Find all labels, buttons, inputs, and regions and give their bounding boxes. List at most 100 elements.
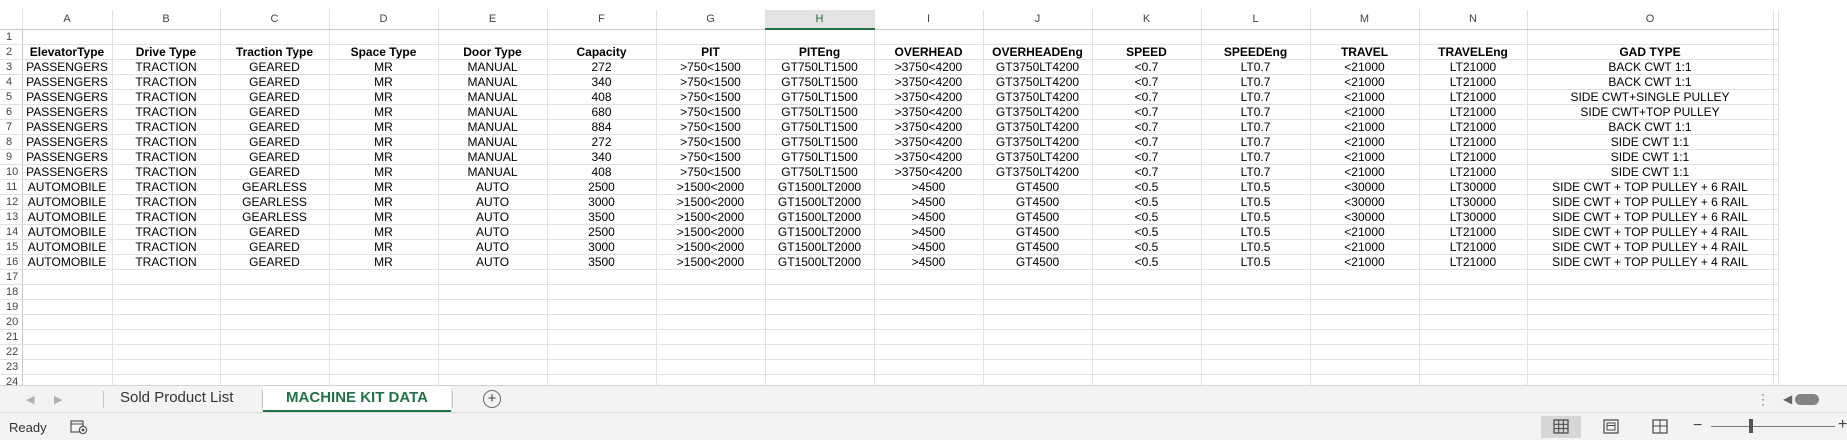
cell-blank[interactable] [1773, 254, 1779, 270]
cell-k16[interactable]: <0.5 [1092, 254, 1202, 270]
cell-b2[interactable]: Drive Type [112, 44, 221, 60]
cell-m5[interactable]: <21000 [1310, 89, 1420, 105]
cell-n7[interactable]: LT21000 [1419, 119, 1528, 135]
cell-l4[interactable]: LT0.7 [1201, 74, 1311, 90]
cell-g14[interactable]: >1500<2000 [656, 224, 766, 240]
cell-blank[interactable] [1773, 329, 1779, 345]
cell-l22[interactable] [1201, 344, 1311, 360]
cell-e4[interactable]: MANUAL [438, 74, 548, 90]
cell-blank[interactable] [1773, 314, 1779, 330]
cell-f19[interactable] [547, 299, 657, 315]
row-header[interactable]: 18 [0, 284, 23, 300]
cell-d1[interactable] [329, 29, 439, 45]
cell-i11[interactable]: >4500 [874, 179, 984, 195]
cell-j5[interactable]: GT3750LT4200 [983, 89, 1093, 105]
cell-a11[interactable]: AUTOMOBILE [22, 179, 113, 195]
column-header-f[interactable]: F [547, 10, 657, 30]
cell-d22[interactable] [329, 344, 439, 360]
cell-d12[interactable]: MR [329, 194, 439, 210]
cell-c15[interactable]: GEARED [220, 239, 330, 255]
cell-o2[interactable]: GAD TYPE [1527, 44, 1774, 60]
cell-f5[interactable]: 408 [547, 89, 657, 105]
cell-blank[interactable] [1773, 134, 1779, 150]
column-header-k[interactable]: K [1092, 10, 1202, 30]
zoom-slider-thumb[interactable] [1749, 419, 1753, 433]
cell-a22[interactable] [22, 344, 113, 360]
cell-l19[interactable] [1201, 299, 1311, 315]
cell-m16[interactable]: <21000 [1310, 254, 1420, 270]
cell-e2[interactable]: Door Type [438, 44, 548, 60]
cell-b4[interactable]: TRACTION [112, 74, 221, 90]
cell-blank[interactable] [1773, 239, 1779, 255]
cell-i7[interactable]: >3750<4200 [874, 119, 984, 135]
cell-blank[interactable] [1773, 344, 1779, 360]
cell-f17[interactable] [547, 269, 657, 285]
cell-f13[interactable]: 3500 [547, 209, 657, 225]
cell-blank[interactable] [1773, 224, 1779, 240]
cell-d24[interactable] [329, 374, 439, 385]
cell-i12[interactable]: >4500 [874, 194, 984, 210]
cell-g10[interactable]: >750<1500 [656, 164, 766, 180]
cell-j12[interactable]: GT4500 [983, 194, 1093, 210]
column-header-h[interactable]: H [765, 10, 875, 30]
cell-g8[interactable]: >750<1500 [656, 134, 766, 150]
cell-a23[interactable] [22, 359, 113, 375]
column-header-m[interactable]: M [1310, 10, 1420, 30]
cell-f4[interactable]: 340 [547, 74, 657, 90]
cell-l18[interactable] [1201, 284, 1311, 300]
cell-d8[interactable]: MR [329, 134, 439, 150]
cell-d5[interactable]: MR [329, 89, 439, 105]
cell-f24[interactable] [547, 374, 657, 385]
cell-e11[interactable]: AUTO [438, 179, 548, 195]
cell-e1[interactable] [438, 29, 548, 45]
cell-o16[interactable]: SIDE CWT + TOP PULLEY + 4 RAIL [1527, 254, 1774, 270]
add-sheet-button[interactable]: + [483, 390, 501, 408]
column-header-j[interactable]: J [983, 10, 1093, 30]
cell-c14[interactable]: GEARED [220, 224, 330, 240]
cell-k6[interactable]: <0.7 [1092, 104, 1202, 120]
cell-c19[interactable] [220, 299, 330, 315]
cell-m22[interactable] [1310, 344, 1420, 360]
scroll-tabs-right-icon[interactable]: ▶ [54, 393, 62, 406]
cell-m11[interactable]: <30000 [1310, 179, 1420, 195]
cell-c12[interactable]: GEARLESS [220, 194, 330, 210]
cell-n14[interactable]: LT21000 [1419, 224, 1528, 240]
cell-h4[interactable]: GT750LT1500 [765, 74, 875, 90]
column-header-c[interactable]: C [220, 10, 330, 30]
cell-n6[interactable]: LT21000 [1419, 104, 1528, 120]
cell-j24[interactable] [983, 374, 1093, 385]
cell-g9[interactable]: >750<1500 [656, 149, 766, 165]
cell-l11[interactable]: LT0.5 [1201, 179, 1311, 195]
cell-h7[interactable]: GT750LT1500 [765, 119, 875, 135]
cell-blank[interactable] [1773, 149, 1779, 165]
cell-j21[interactable] [983, 329, 1093, 345]
cell-k8[interactable]: <0.7 [1092, 134, 1202, 150]
cell-h12[interactable]: GT1500LT2000 [765, 194, 875, 210]
cell-m21[interactable] [1310, 329, 1420, 345]
cell-e13[interactable]: AUTO [438, 209, 548, 225]
cell-l2[interactable]: SPEEDEng [1201, 44, 1311, 60]
cell-d23[interactable] [329, 359, 439, 375]
cell-n3[interactable]: LT21000 [1419, 59, 1528, 75]
cell-i22[interactable] [874, 344, 984, 360]
cell-h11[interactable]: GT1500LT2000 [765, 179, 875, 195]
row-header[interactable]: 23 [0, 359, 23, 375]
column-header-o[interactable]: O [1527, 10, 1774, 30]
cell-j16[interactable]: GT4500 [983, 254, 1093, 270]
cell-f18[interactable] [547, 284, 657, 300]
cell-j19[interactable] [983, 299, 1093, 315]
cell-k22[interactable] [1092, 344, 1202, 360]
row-header[interactable]: 17 [0, 269, 23, 285]
cell-f7[interactable]: 884 [547, 119, 657, 135]
cell-o20[interactable] [1527, 314, 1774, 330]
cell-k17[interactable] [1092, 269, 1202, 285]
cell-h8[interactable]: GT750LT1500 [765, 134, 875, 150]
cell-n17[interactable] [1419, 269, 1528, 285]
cell-l15[interactable]: LT0.5 [1201, 239, 1311, 255]
cell-a8[interactable]: PASSENGERS [22, 134, 113, 150]
cell-k7[interactable]: <0.7 [1092, 119, 1202, 135]
cell-h13[interactable]: GT1500LT2000 [765, 209, 875, 225]
row-header[interactable]: 20 [0, 314, 23, 330]
cell-h18[interactable] [765, 284, 875, 300]
cell-b23[interactable] [112, 359, 221, 375]
